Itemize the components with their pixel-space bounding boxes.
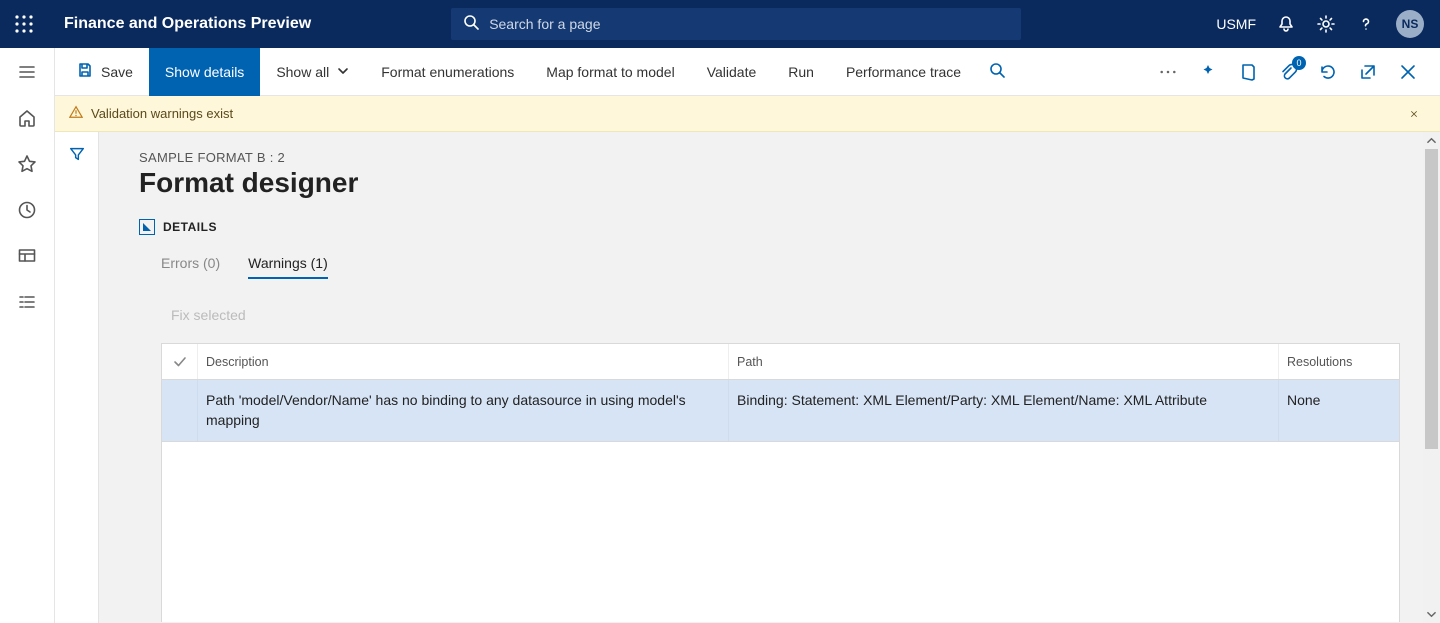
search-box[interactable]	[451, 8, 1021, 40]
filter-icon[interactable]	[65, 142, 89, 166]
scroll-down-icon[interactable]	[1423, 606, 1440, 623]
show-details-button[interactable]: Show details	[149, 48, 260, 96]
col-description[interactable]: Description	[198, 344, 729, 379]
refresh-icon[interactable]	[1318, 62, 1338, 82]
vertical-scrollbar[interactable]	[1423, 132, 1440, 623]
fix-selected-button[interactable]: Fix selected	[171, 307, 246, 323]
show-all-button[interactable]: Show all	[260, 48, 365, 96]
clock-icon[interactable]	[17, 200, 37, 220]
app-title: Finance and Operations Preview	[64, 15, 311, 33]
details-collapse-icon[interactable]	[139, 219, 155, 235]
performance-trace-button[interactable]: Performance trace	[830, 48, 977, 96]
banner-close-icon[interactable]	[1410, 106, 1426, 122]
grid-header: Description Path Resolutions	[162, 344, 1399, 380]
format-enumerations-button[interactable]: Format enumerations	[365, 48, 530, 96]
row-description: Path 'model/Vendor/Name' has no binding …	[198, 380, 729, 441]
more-icon[interactable]	[1158, 62, 1178, 82]
grid-blank-area	[162, 442, 1399, 622]
workspace-icon[interactable]	[17, 246, 37, 266]
filter-column	[55, 132, 99, 623]
content: SAMPLE FORMAT B : 2 Format designer DETA…	[99, 132, 1440, 623]
col-resolutions[interactable]: Resolutions	[1279, 344, 1399, 379]
scroll-thumb[interactable]	[1425, 149, 1438, 449]
show-all-label: Show all	[276, 64, 329, 80]
save-button[interactable]: Save	[61, 48, 149, 96]
breadcrumb: SAMPLE FORMAT B : 2	[139, 150, 1400, 165]
save-label: Save	[101, 64, 133, 80]
grid-row[interactable]: Path 'model/Vendor/Name' has no binding …	[162, 380, 1399, 442]
app-launcher-icon[interactable]	[0, 0, 48, 48]
search-wrap	[451, 8, 1021, 40]
validate-label: Validate	[707, 64, 757, 80]
tab-errors[interactable]: Errors (0)	[161, 255, 220, 279]
help-icon[interactable]	[1356, 14, 1376, 34]
topbar-right: USMF NS	[1216, 10, 1440, 38]
run-button[interactable]: Run	[772, 48, 830, 96]
popout-icon[interactable]	[1358, 62, 1378, 82]
run-label: Run	[788, 64, 814, 80]
find-icon	[989, 62, 1005, 81]
office-icon[interactable]	[1238, 62, 1258, 82]
actionbar-right: 0	[1158, 62, 1434, 82]
save-icon	[77, 62, 93, 81]
warnings-grid: Description Path Resolutions Path 'model…	[161, 343, 1400, 622]
bell-icon[interactable]	[1276, 14, 1296, 34]
find-button[interactable]	[977, 48, 1017, 96]
row-checkbox[interactable]	[162, 380, 198, 441]
warning-banner: Validation warnings exist	[55, 96, 1440, 132]
legal-entity[interactable]: USMF	[1216, 16, 1256, 32]
tab-warnings[interactable]: Warnings (1)	[248, 255, 328, 279]
col-path[interactable]: Path	[729, 344, 1279, 379]
enhance-icon[interactable]	[1198, 62, 1218, 82]
topbar: Finance and Operations Preview USMF NS	[0, 0, 1440, 48]
warning-triangle-icon	[69, 105, 91, 122]
warning-banner-text: Validation warnings exist	[91, 106, 233, 121]
details-tabs: Errors (0) Warnings (1)	[139, 255, 1400, 279]
format-enumerations-label: Format enumerations	[381, 64, 514, 80]
nav-hamburger-icon[interactable]	[17, 62, 37, 82]
map-format-button[interactable]: Map format to model	[530, 48, 690, 96]
left-rail	[0, 48, 55, 623]
attachments-icon[interactable]: 0	[1278, 62, 1298, 82]
chevron-down-icon	[337, 64, 349, 80]
performance-trace-label: Performance trace	[846, 64, 961, 80]
star-icon[interactable]	[17, 154, 37, 174]
scroll-up-icon[interactable]	[1423, 132, 1440, 149]
avatar[interactable]: NS	[1396, 10, 1424, 38]
page-title: Format designer	[139, 167, 1400, 199]
details-label: DETAILS	[163, 220, 217, 234]
search-icon	[463, 14, 479, 35]
gear-icon[interactable]	[1316, 14, 1336, 34]
row-path: Binding: Statement: XML Element/Party: X…	[729, 380, 1279, 441]
modules-icon[interactable]	[17, 292, 37, 312]
attachments-badge: 0	[1292, 56, 1306, 70]
show-details-label: Show details	[165, 64, 244, 80]
close-icon[interactable]	[1398, 62, 1418, 82]
home-icon[interactable]	[17, 108, 37, 128]
actionbar: Save Show details Show all Format enumer…	[55, 48, 1440, 96]
details-header: DETAILS	[139, 219, 1400, 235]
row-resolutions: None	[1279, 380, 1399, 441]
validate-button[interactable]: Validate	[691, 48, 773, 96]
map-format-label: Map format to model	[546, 64, 674, 80]
search-input[interactable]	[489, 16, 1009, 32]
grid-select-all-icon[interactable]	[162, 344, 198, 379]
